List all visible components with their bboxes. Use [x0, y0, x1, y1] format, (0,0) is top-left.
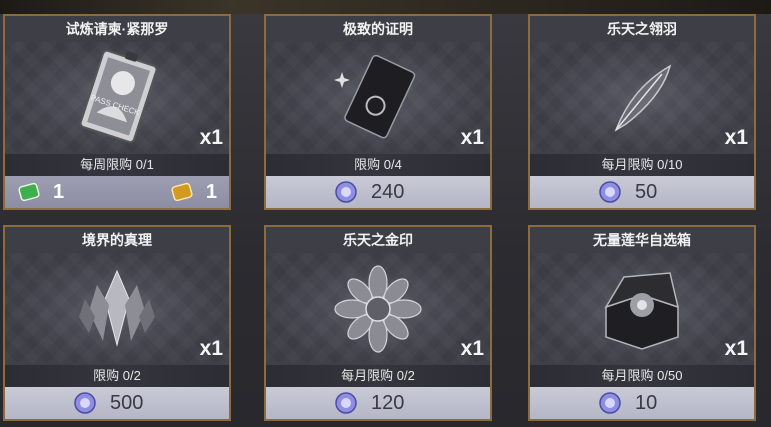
- price-amount: 120: [371, 391, 405, 414]
- price-bar[interactable]: 240: [266, 176, 490, 208]
- feather-icon: [614, 64, 672, 132]
- price-bar[interactable]: 1 1: [5, 176, 229, 208]
- item-quantity: x1: [724, 126, 748, 149]
- item-title: 极致的证明: [266, 16, 490, 42]
- price-bar[interactable]: 120: [266, 387, 490, 419]
- price-bar[interactable]: 500: [5, 387, 229, 419]
- item-art: x1: [266, 253, 490, 365]
- item-art: x1: [530, 253, 754, 365]
- item-title: 境界的真理: [5, 227, 229, 253]
- purchase-limit: 限购 0/2: [5, 365, 229, 387]
- price-amount: 500: [110, 391, 144, 414]
- crystal-coin-icon: [335, 392, 357, 414]
- item-quantity: x1: [199, 126, 223, 149]
- item-title: 试炼请柬·紧那罗: [5, 16, 229, 42]
- price-bar[interactable]: 50: [530, 176, 754, 208]
- item-art: x1: [266, 42, 490, 154]
- crystal-coin-icon: [335, 181, 357, 203]
- item-title: 无量莲华自选箱: [530, 227, 754, 253]
- item-title: 乐天之翎羽: [530, 16, 754, 42]
- shop-item-card[interactable]: 乐天之翎羽 x1 每月限购 0/10 50: [528, 14, 756, 210]
- crystal-cluster-icon: [79, 269, 155, 347]
- pass-card-icon: PASS CHECK: [79, 49, 158, 144]
- shop-item-card[interactable]: 乐天之金印 x1 每月限购 0/2 120: [264, 225, 492, 421]
- lotus-seal-icon: [334, 265, 422, 353]
- purchase-limit: 每月限购 0/2: [266, 365, 490, 387]
- item-title: 乐天之金印: [266, 227, 490, 253]
- gold-ticket-icon: [171, 182, 193, 202]
- shop-item-card[interactable]: 试炼请柬·紧那罗 PASS CHECK x1 每周限购 0/1 1 1: [3, 14, 231, 210]
- item-quantity: x1: [724, 337, 748, 360]
- green-ticket-icon: [18, 182, 40, 202]
- item-quantity: x1: [199, 337, 223, 360]
- item-art: x1: [5, 253, 229, 365]
- shop-item-card[interactable]: 极致的证明 x1 限购 0/4 240: [264, 14, 492, 210]
- price-option-gold[interactable]: 1: [170, 181, 217, 204]
- shop-item-card[interactable]: 无量莲华自选箱 x1 每月限购 0/50 10: [528, 225, 756, 421]
- shop-panel: 试炼请柬·紧那罗 PASS CHECK x1 每周限购 0/1 1 1 极致的证…: [0, 0, 771, 427]
- purchase-limit: 每月限购 0/10: [530, 154, 754, 176]
- price-amount: 1: [205, 180, 217, 203]
- item-art: x1: [530, 42, 754, 154]
- item-quantity: x1: [460, 126, 484, 149]
- shop-item-card[interactable]: 境界的真理 x1 限购 0/2 500: [3, 225, 231, 421]
- header-strip: [0, 0, 771, 14]
- dark-card-icon: [334, 54, 416, 139]
- chest-icon: [604, 272, 680, 350]
- purchase-limit: 每周限购 0/1: [5, 154, 229, 176]
- price-amount: 1: [53, 180, 65, 203]
- crystal-coin-icon: [74, 392, 96, 414]
- price-amount: 10: [635, 391, 658, 414]
- purchase-limit: 限购 0/4: [266, 154, 490, 176]
- price-amount: 240: [371, 180, 405, 203]
- purchase-limit: 每月限购 0/50: [530, 365, 754, 387]
- item-quantity: x1: [460, 337, 484, 360]
- price-option-green[interactable]: 1: [17, 181, 64, 204]
- price-amount: 50: [635, 180, 658, 203]
- price-bar[interactable]: 10: [530, 387, 754, 419]
- crystal-coin-icon: [599, 392, 621, 414]
- item-art: PASS CHECK x1: [5, 42, 229, 154]
- crystal-coin-icon: [599, 181, 621, 203]
